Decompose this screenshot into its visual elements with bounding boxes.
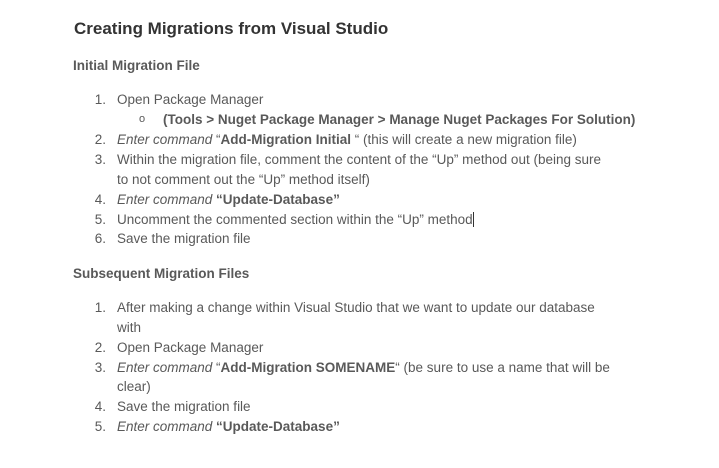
list-item-number: 2. [94, 132, 106, 147]
list-item: Save the migration file [117, 399, 251, 414]
list-item[interactable]: Uncomment the commented section within t… [117, 212, 474, 227]
list-item-number: 4. [94, 192, 106, 207]
section-heading-subsequent: Subsequent Migration Files [73, 266, 250, 281]
list-item: Open Package Manager [117, 92, 264, 107]
list-item: Enter command “Update-Database” [117, 192, 340, 207]
text-cursor [472, 212, 474, 227]
list-item: After making a change within Visual Stud… [117, 300, 595, 315]
list-item: Enter command “Add-Migration SOMENAME“ (… [117, 360, 610, 375]
list-item-continuation: with [117, 320, 142, 335]
page-title: Creating Migrations from Visual Studio [74, 19, 389, 38]
command-note: (be sure to use a name that will be [399, 360, 610, 375]
list-item-number: 3. [94, 152, 106, 167]
enter-command-label: Enter command [117, 192, 213, 207]
list-item-continuation: to not comment out the “Up” method itsel… [117, 172, 370, 187]
list-item-text: Uncomment the commented section within t… [117, 212, 473, 227]
command-text: Add-Migration Initial [220, 132, 352, 147]
list-item: Save the migration file [117, 231, 251, 246]
section-heading-initial: Initial Migration File [73, 58, 200, 73]
list-item-number: 1. [94, 300, 106, 315]
sub-bullet-icon: o [139, 113, 146, 125]
enter-command-label: Enter command [117, 132, 213, 147]
list-item: Open Package Manager [117, 340, 264, 355]
list-item-number: 5. [94, 212, 106, 227]
list-item-number: 2. [94, 340, 106, 355]
enter-command-label: Enter command [117, 360, 213, 375]
list-item: Enter command “Add-Migration Initial “ (… [117, 132, 577, 147]
command-text: “Update-Database” [212, 192, 340, 207]
command-text: Add-Migration SOMENAME [220, 360, 396, 375]
list-item-number: 3. [94, 360, 106, 375]
list-item-number: 6. [94, 231, 106, 246]
quote-open: “ [212, 360, 221, 375]
command-note: (this will create a new migration file) [359, 132, 577, 147]
list-item-number: 5. [94, 419, 106, 434]
list-item-number: 4. [94, 399, 106, 414]
list-item: Within the migration file, comment the c… [117, 152, 601, 167]
command-text: “Update-Database” [212, 419, 340, 434]
list-item-number: 1. [94, 92, 106, 107]
list-item: Enter command “Update-Database” [117, 419, 340, 434]
quote-open: “ [212, 132, 221, 147]
list-item-continuation: clear) [117, 379, 151, 394]
enter-command-label: Enter command [117, 419, 213, 434]
sub-list-item: (Tools > Nuget Package Manager > Manage … [163, 112, 636, 127]
